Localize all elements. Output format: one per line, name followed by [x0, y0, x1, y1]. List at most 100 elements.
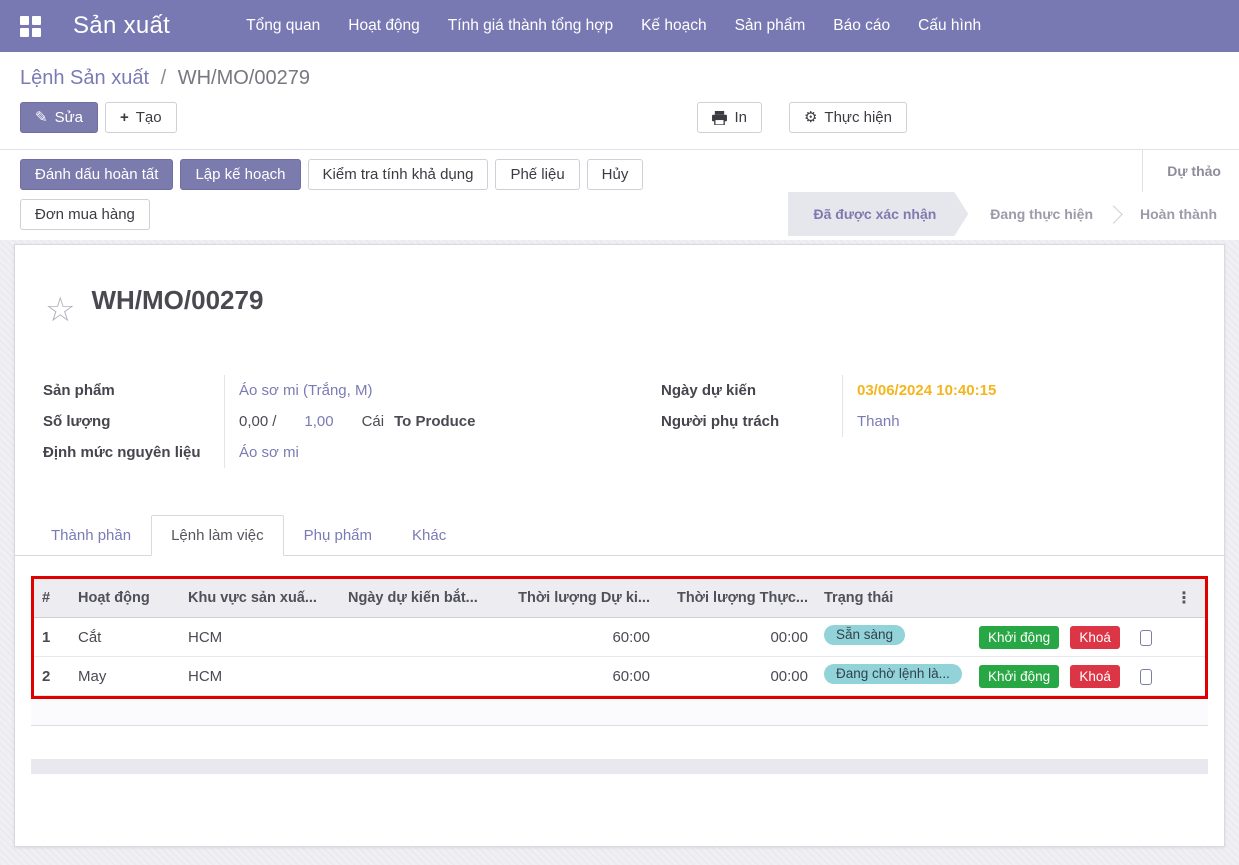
block-button[interactable]: Khoá: [1070, 626, 1120, 649]
row-index: 2: [34, 657, 70, 696]
pencil-icon: ✎: [35, 110, 48, 125]
workorder-row[interactable]: 2 May HCM 60:00 00:00 Đang chờ lệnh là..…: [34, 657, 1205, 696]
quantity-planned: 1,00: [304, 413, 333, 430]
purchase-order-button[interactable]: Đơn mua hàng: [20, 199, 150, 230]
statusbar: Đánh dấu hoàn tất Lập kế hoạch Kiểm tra …: [0, 149, 1239, 240]
scheduled-date-label: Ngày dự kiến: [661, 375, 843, 406]
col-header-real-duration: Thời lượng Thực...: [658, 579, 816, 618]
workorders-table: # Hoạt động Khu vực sản xuấ... Ngày dự k…: [34, 579, 1205, 696]
plus-icon: +: [120, 110, 129, 125]
field-product: Sản phẩm Áo sơ mi (Trắng, M): [43, 375, 611, 406]
bom-value-link[interactable]: Áo sơ mi: [239, 444, 299, 461]
responsible-value-link[interactable]: Thanh: [857, 413, 900, 430]
form-sheet: ☆ WH/MO/00279 Sản phẩm Áo sơ mi (Trắng, …: [14, 244, 1225, 847]
edit-button[interactable]: ✎ Sửa: [20, 102, 98, 133]
section-separator: [31, 759, 1208, 774]
quantity-uom: Cái: [362, 413, 385, 430]
plan-button[interactable]: Lập kế hoạch: [180, 159, 300, 190]
product-label: Sản phẩm: [43, 375, 225, 406]
row-real-duration: 00:00: [658, 618, 816, 657]
col-header-scheduled-start: Ngày dự kiến bắt...: [340, 579, 500, 618]
tab-byproducts[interactable]: Phụ phẩm: [284, 515, 392, 556]
field-bom: Định mức nguyên liệu Áo sơ mi: [43, 437, 611, 468]
status-badge: Đang chờ lệnh là...: [824, 664, 962, 684]
quantity-produced: 0,00: [239, 413, 268, 430]
app-brand[interactable]: Sản xuất: [73, 12, 170, 40]
control-panel: Lệnh Sản xuất / WH/MO/00279 ✎ Sửa + Tạo …: [0, 52, 1239, 149]
tab-misc[interactable]: Khác: [392, 515, 466, 556]
printer-icon: [712, 111, 727, 125]
scheduled-date-value: 03/06/2024 10:40:15: [857, 382, 996, 399]
responsible-label: Người phụ trách: [661, 406, 843, 437]
col-header-status: Trạng thái: [816, 579, 971, 618]
title-row: ☆ WH/MO/00279: [15, 245, 1224, 327]
table-header-row: # Hoạt động Khu vực sản xuấ... Ngày dự k…: [34, 579, 1205, 618]
col-header-actions: [971, 579, 1163, 618]
breadcrumb-separator: /: [161, 67, 167, 89]
breadcrumb-parent-link[interactable]: Lệnh Sản xuất: [20, 67, 149, 89]
row-real-duration: 00:00: [658, 657, 816, 696]
gear-icon: ⚙: [804, 110, 817, 125]
col-header-operation: Hoạt động: [70, 579, 180, 618]
control-panel-right-buttons: In ⚙ Thực hiện: [697, 102, 907, 133]
row-expected-duration: 60:00: [500, 618, 658, 657]
row-operation: Cắt: [70, 618, 180, 657]
nav-item-planning[interactable]: Kế hoạch: [627, 0, 721, 52]
state-in-progress[interactable]: Đang thực hiện: [968, 206, 1115, 222]
print-button[interactable]: In: [697, 102, 762, 133]
nav-item-costing[interactable]: Tính giá thành tổng hợp: [434, 0, 627, 52]
field-group-right: Ngày dự kiến 03/06/2024 10:40:15 Người p…: [661, 375, 1196, 468]
breadcrumb-current: WH/MO/00279: [178, 67, 310, 89]
star-icon[interactable]: ☆: [45, 293, 75, 327]
mark-done-button[interactable]: Đánh dấu hoàn tất: [20, 159, 173, 190]
quantity-label: Số lượng: [43, 406, 225, 437]
row-scheduled-start: [340, 618, 500, 657]
field-groups: Sản phẩm Áo sơ mi (Trắng, M) Số lượng 0,…: [15, 375, 1224, 468]
col-header-workcenter: Khu vực sản xuấ...: [180, 579, 340, 618]
nav-item-reporting[interactable]: Báo cáo: [819, 0, 904, 52]
row-operation: May: [70, 657, 180, 696]
quantity-value: 0,00/ 1,00 Cái To Produce: [225, 406, 611, 437]
record-title: WH/MO/00279: [91, 285, 263, 316]
state-draft[interactable]: Dự thảo: [1142, 150, 1239, 192]
state-confirmed[interactable]: Đã được xác nhận: [788, 192, 969, 236]
nav-item-operations[interactable]: Hoạt động: [334, 0, 434, 52]
status-badge: Sẵn sàng: [824, 625, 905, 645]
field-responsible: Người phụ trách Thanh: [661, 406, 1196, 437]
start-button[interactable]: Khởi động: [979, 665, 1059, 688]
control-panel-buttons: ✎ Sửa + Tạo In ⚙ Thực hiện: [20, 102, 1219, 133]
optional-columns-kebab-icon[interactable]: ⋮: [1163, 579, 1205, 618]
cancel-button[interactable]: Hủy: [587, 159, 644, 190]
nav-item-overview[interactable]: Tổng quan: [232, 0, 334, 52]
nav-item-products[interactable]: Sản phẩm: [721, 0, 820, 52]
scrap-button[interactable]: Phế liệu: [495, 159, 579, 190]
tablet-view-icon[interactable]: [1140, 630, 1152, 646]
start-button[interactable]: Khởi động: [979, 626, 1059, 649]
block-button[interactable]: Khoá: [1070, 665, 1120, 688]
apps-grid-icon[interactable]: [20, 16, 41, 37]
notebook-tabs: Thành phần Lệnh làm việc Phụ phẩm Khác: [15, 514, 1224, 556]
nav-item-configuration[interactable]: Cấu hình: [904, 0, 995, 52]
create-button[interactable]: + Tạo: [105, 102, 177, 133]
empty-list-footer-row: [31, 699, 1208, 726]
check-availability-button[interactable]: Kiểm tra tính khả dụng: [308, 159, 489, 190]
action-menu-button[interactable]: ⚙ Thực hiện: [789, 102, 907, 133]
workorder-row[interactable]: 1 Cắt HCM 60:00 00:00 Sẵn sàng Khởi động…: [34, 618, 1205, 657]
workorders-table-highlight: # Hoạt động Khu vực sản xuấ... Ngày dự k…: [31, 576, 1208, 699]
row-scheduled-start: [340, 657, 500, 696]
col-header-expected-duration: Thời lượng Dự ki...: [500, 579, 658, 618]
tab-components[interactable]: Thành phần: [31, 515, 151, 556]
breadcrumb: Lệnh Sản xuất / WH/MO/00279: [20, 67, 1219, 90]
field-group-left: Sản phẩm Áo sơ mi (Trắng, M) Số lượng 0,…: [43, 375, 611, 468]
product-value-link[interactable]: Áo sơ mi (Trắng, M): [239, 382, 372, 399]
bom-label: Định mức nguyên liệu: [43, 437, 225, 468]
col-header-index: #: [34, 579, 70, 618]
quantity-to-produce-label: To Produce: [394, 413, 475, 430]
tab-work-orders[interactable]: Lệnh làm việc: [151, 515, 284, 556]
quantity-separator: /: [272, 413, 276, 430]
row-workcenter: HCM: [180, 618, 340, 657]
tablet-view-icon[interactable]: [1140, 669, 1152, 685]
row-expected-duration: 60:00: [500, 657, 658, 696]
state-done[interactable]: Hoàn thành: [1118, 206, 1239, 222]
field-quantity: Số lượng 0,00/ 1,00 Cái To Produce: [43, 406, 611, 437]
